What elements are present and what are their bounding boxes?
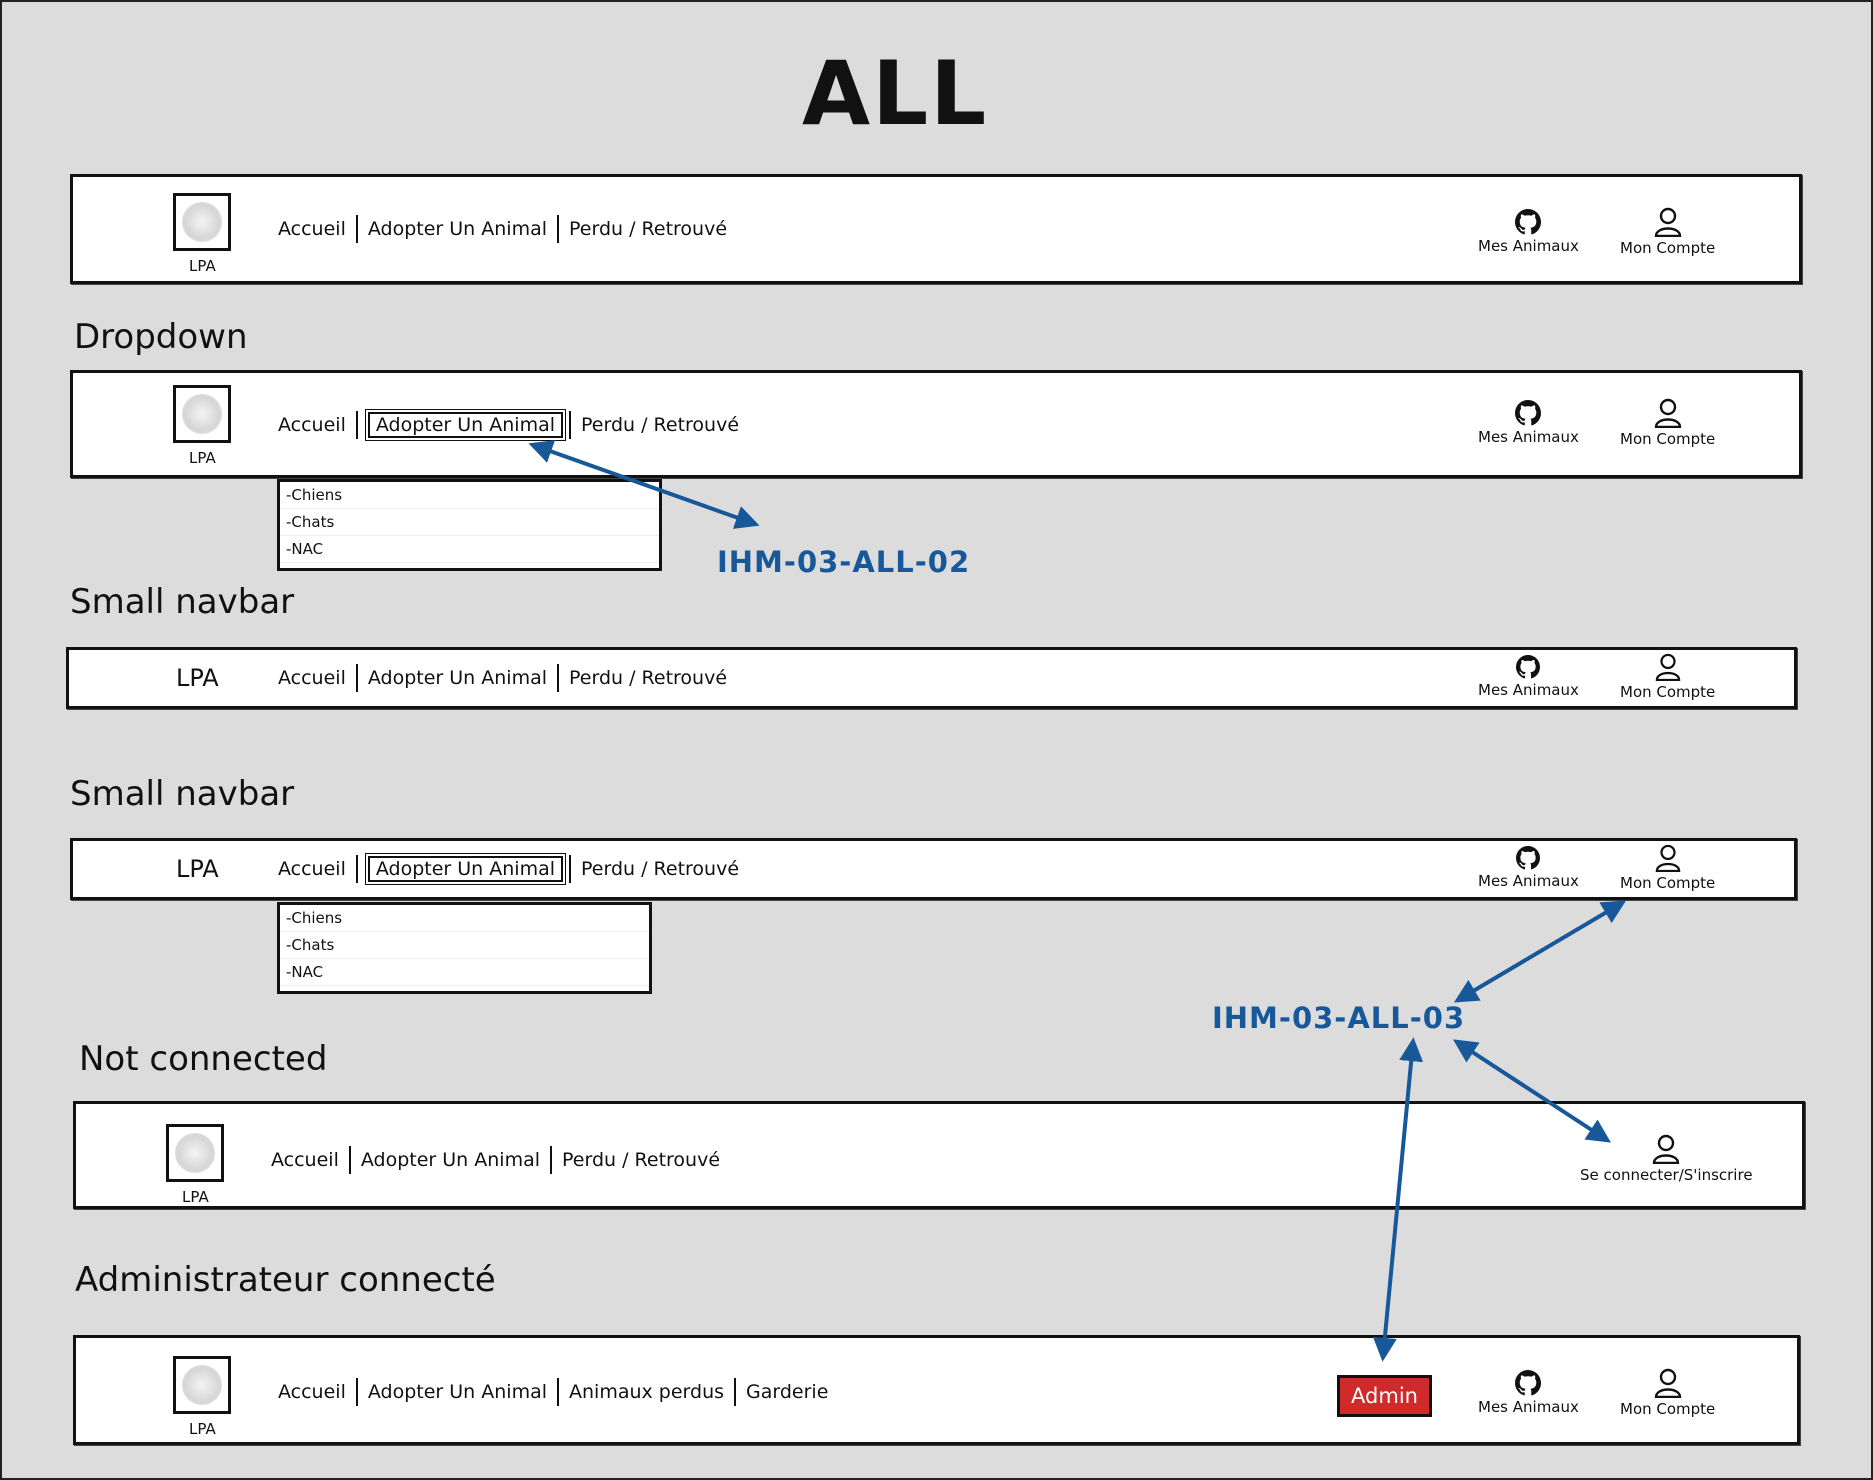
mes-animaux-button[interactable]: Mes Animaux <box>1478 400 1579 446</box>
nav-perdu-retrouve[interactable]: Perdu / Retrouvé <box>559 667 737 689</box>
mon-compte-button[interactable]: Mon Compte <box>1620 207 1715 257</box>
mon-compte-button[interactable]: Mon Compte <box>1620 398 1715 448</box>
mes-animaux-button[interactable]: Mes Animaux <box>1478 846 1579 890</box>
main-menu: Accueil Adopter Un Animal Perdu / Retrou… <box>278 853 749 885</box>
nav-garderie[interactable]: Garderie <box>736 1381 838 1403</box>
section-label-dropdown: Dropdown <box>74 317 248 357</box>
mes-animaux-label: Mes Animaux <box>1478 681 1579 699</box>
logo[interactable] <box>173 385 231 443</box>
navbar-small: LPA Accueil Adopter Un Animal Perdu / Re… <box>66 647 1797 709</box>
annotation-ihm-03-all-03: IHM-03-ALL-03 <box>1212 1001 1466 1035</box>
section-label-not-connected: Not connected <box>79 1039 328 1079</box>
menu-divider <box>355 855 358 883</box>
nav-adopter-active[interactable]: Adopter Un Animal <box>364 853 567 885</box>
section-label-admin-connected: Administrateur connecté <box>75 1260 496 1300</box>
adopter-dropdown-menu: -Chiens -Chats -NAC <box>277 479 662 571</box>
logo-caption: LPA <box>182 1188 209 1206</box>
mes-animaux-label: Mes Animaux <box>1478 872 1579 890</box>
dropdown-item-chiens[interactable]: -Chiens <box>280 905 649 932</box>
logo-caption: LPA <box>189 1420 216 1438</box>
mon-compte-label: Mon Compte <box>1620 874 1716 892</box>
main-menu: Accueil Adopter Un Animal Animaux perdus… <box>278 1378 838 1406</box>
logo-caption: LPA <box>189 257 216 275</box>
github-icon <box>1516 846 1541 870</box>
nav-adopter-active[interactable]: Adopter Un Animal <box>364 409 567 441</box>
mon-compte-label: Mon Compte <box>1620 239 1716 257</box>
nav-perdu-retrouve[interactable]: Perdu / Retrouvé <box>571 414 749 436</box>
nav-adopter[interactable]: Adopter Un Animal <box>358 1381 557 1403</box>
nav-adopter[interactable]: Adopter Un Animal <box>358 667 557 689</box>
dropdown-item-chats[interactable]: -Chats <box>280 932 649 959</box>
logo[interactable] <box>173 193 231 251</box>
nav-accueil[interactable]: Accueil <box>278 667 356 689</box>
logo-caption: LPA <box>189 449 216 467</box>
mes-animaux-label: Mes Animaux <box>1478 237 1579 255</box>
nav-perdu-retrouve[interactable]: Perdu / Retrouvé <box>571 858 749 880</box>
mon-compte-button[interactable]: Mon Compte <box>1620 1368 1715 1418</box>
nav-animaux-perdus[interactable]: Animaux perdus <box>559 1381 734 1403</box>
mon-compte-label: Mon Compte <box>1620 430 1716 448</box>
mon-compte-button[interactable]: Mon Compte <box>1620 653 1715 701</box>
user-icon <box>1655 844 1680 872</box>
user-icon <box>1654 1368 1681 1398</box>
mon-compte-label: Mon Compte <box>1620 1400 1716 1418</box>
mon-compte-button[interactable]: Mon Compte <box>1620 844 1715 892</box>
nav-accueil[interactable]: Accueil <box>278 858 356 880</box>
mes-animaux-button[interactable]: Mes Animaux <box>1478 655 1579 699</box>
main-menu: Accueil Adopter Un Animal Perdu / Retrou… <box>278 409 749 441</box>
main-menu: Accueil Adopter Un Animal Perdu / Retrou… <box>278 215 737 243</box>
main-menu: Accueil Adopter Un Animal Perdu / Retrou… <box>271 1146 730 1174</box>
nav-perdu-retrouve[interactable]: Perdu / Retrouvé <box>559 218 737 240</box>
nav-adopter[interactable]: Adopter Un Animal <box>351 1149 550 1171</box>
navbar-main: LPA Accueil Adopter Un Animal Perdu / Re… <box>70 174 1802 284</box>
annotation-ihm-03-all-02: IHM-03-ALL-02 <box>717 545 971 579</box>
nav-perdu-retrouve[interactable]: Perdu / Retrouvé <box>552 1149 730 1171</box>
mes-animaux-label: Mes Animaux <box>1478 1398 1579 1416</box>
user-icon <box>1654 207 1681 237</box>
section-label-small-navbar-dropdown: Small navbar <box>70 774 295 814</box>
brand-text[interactable]: LPA <box>176 855 219 883</box>
nav-accueil[interactable]: Accueil <box>278 218 356 240</box>
dropdown-item-chiens[interactable]: -Chiens <box>280 482 659 509</box>
mon-compte-label: Mon Compte <box>1620 683 1716 701</box>
nav-accueil[interactable]: Accueil <box>271 1149 349 1171</box>
github-icon <box>1515 209 1542 235</box>
dropdown-item-nac[interactable]: -NAC <box>280 536 659 563</box>
nav-accueil[interactable]: Accueil <box>278 414 356 436</box>
dropdown-item-chats[interactable]: -Chats <box>280 509 659 536</box>
navbar-dropdown: LPA Accueil Adopter Un Animal Perdu / Re… <box>70 370 1802 478</box>
menu-divider <box>355 411 358 439</box>
admin-button[interactable]: Admin <box>1337 1375 1432 1417</box>
github-icon <box>1515 1370 1542 1396</box>
se-connecter-button[interactable]: Se connecter/S'inscrire <box>1580 1134 1753 1184</box>
page-title: ALL <box>802 42 989 145</box>
navbar-not-connected: LPA Accueil Adopter Un Animal Perdu / Re… <box>73 1101 1805 1209</box>
user-icon <box>1655 653 1680 681</box>
logo[interactable] <box>173 1356 231 1414</box>
github-icon <box>1515 400 1542 426</box>
dropdown-item-nac[interactable]: -NAC <box>280 959 649 986</box>
nav-accueil[interactable]: Accueil <box>278 1381 356 1403</box>
se-connecter-label: Se connecter/S'inscrire <box>1580 1166 1753 1184</box>
navbar-small-dropdown: LPA Accueil Adopter Un Animal Perdu / Re… <box>70 838 1797 900</box>
user-icon <box>1654 398 1681 428</box>
wireframe-canvas: ALL LPA Accueil Adopter Un Animal Perdu … <box>0 0 1873 1480</box>
brand-text[interactable]: LPA <box>176 664 219 692</box>
nav-adopter[interactable]: Adopter Un Animal <box>358 218 557 240</box>
user-icon <box>1653 1134 1680 1164</box>
main-menu: Accueil Adopter Un Animal Perdu / Retrou… <box>278 664 737 692</box>
navbar-admin: LPA Accueil Adopter Un Animal Animaux pe… <box>73 1335 1800 1445</box>
section-label-small-navbar: Small navbar <box>70 582 295 622</box>
github-icon <box>1516 655 1541 679</box>
mes-animaux-label: Mes Animaux <box>1478 428 1579 446</box>
mes-animaux-button[interactable]: Mes Animaux <box>1478 1370 1579 1416</box>
mes-animaux-button[interactable]: Mes Animaux <box>1478 209 1579 255</box>
logo[interactable] <box>166 1124 224 1182</box>
adopter-dropdown-menu: -Chiens -Chats -NAC <box>277 902 652 994</box>
